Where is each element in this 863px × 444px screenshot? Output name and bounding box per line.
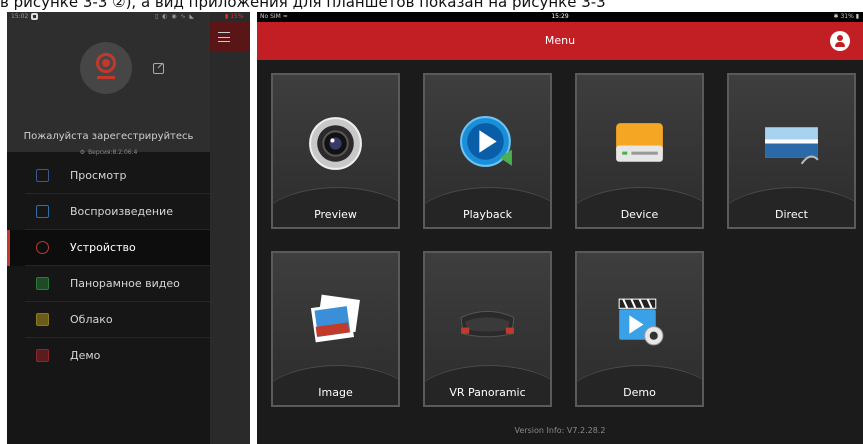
drawer-item-device[interactable]: Устройство [7,230,210,266]
direct-connection-icon [765,127,819,165]
monitor-icon [36,169,49,182]
gear-icon: ⚙ [79,149,86,156]
tile-direct[interactable]: Direct [727,73,856,229]
tablet-nav-bar: Menu [257,22,863,60]
tile-image[interactable]: Image [271,251,400,407]
notification-icon [31,13,38,20]
demo-icon [36,349,49,362]
demo-clapper-icon [618,298,664,346]
phone-header-bar [210,22,250,52]
tile-preview[interactable]: Preview [271,73,400,229]
panorama-icon [36,277,49,290]
edit-profile-icon[interactable] [153,63,164,74]
camera-lens-icon [309,117,362,170]
battery-icon: ✱ 31% ▮ [833,13,859,20]
tablet-screenshot: No SIM ≈ 15:29 ✱ 31% ▮ Menu Preview Play… [257,12,863,444]
phone-main-view [210,12,250,444]
hamburger-menu-icon[interactable] [218,32,230,42]
phone-status-bar: 15:02 ▯ ◐ ◉ ∿ ◣ ▮ 15% [11,13,244,20]
playback-icon [36,205,49,218]
user-icon [837,35,843,41]
user-account-button[interactable] [830,31,850,51]
active-indicator [7,230,10,266]
status-icons: ▯ ◐ ◉ ∿ ◣ [155,13,196,20]
tablet-status-bar: No SIM ≈ 15:29 ✱ 31% ▮ [257,12,863,22]
caption-text: в рисунке 3-3 ②), а вид приложения для п… [0,0,606,11]
photo-stack-icon [310,294,360,343]
hard-drive-icon [616,123,663,162]
user-avatar[interactable] [80,42,132,94]
tile-playback[interactable]: Playback [423,73,552,229]
page-title: Menu [544,34,576,47]
battery-icon: ▮ 15% [225,13,244,20]
navigation-drawer: Пожалуйста зарегестрируйтесь ⚙ Версия:8.2… [7,12,210,444]
playback-globe-icon [460,116,512,167]
register-prompt[interactable]: Пожалуйста зарегестрируйтесь [7,131,210,142]
tile-vr-panoramic[interactable]: VR Panoramic [423,251,552,407]
cloud-icon [36,313,49,326]
document-caption: в рисунке 3-3 ②), а вид приложения для п… [0,0,863,12]
drawer-item-playback[interactable]: Воспроизведение [7,194,210,230]
vr-headset-icon [460,310,515,338]
tile-demo[interactable]: Demo [575,251,704,407]
version-info: Version Info: V7.2.28.2 [514,426,606,435]
device-gear-icon [36,241,49,254]
drawer-item-demo[interactable]: Демо [7,338,210,374]
phone-screenshot: Пожалуйста зарегестрируйтесь ⚙ Версия:8.2… [7,12,250,444]
drawer-item-cloud[interactable]: Облако [7,302,210,338]
tile-device[interactable]: Device [575,73,704,229]
app-version: ⚙ Версия:8.2.06.4 [79,149,138,156]
drawer-item-panorama[interactable]: Панорамное видео [7,266,210,302]
drawer-item-preview[interactable]: Просмотр [7,158,210,194]
